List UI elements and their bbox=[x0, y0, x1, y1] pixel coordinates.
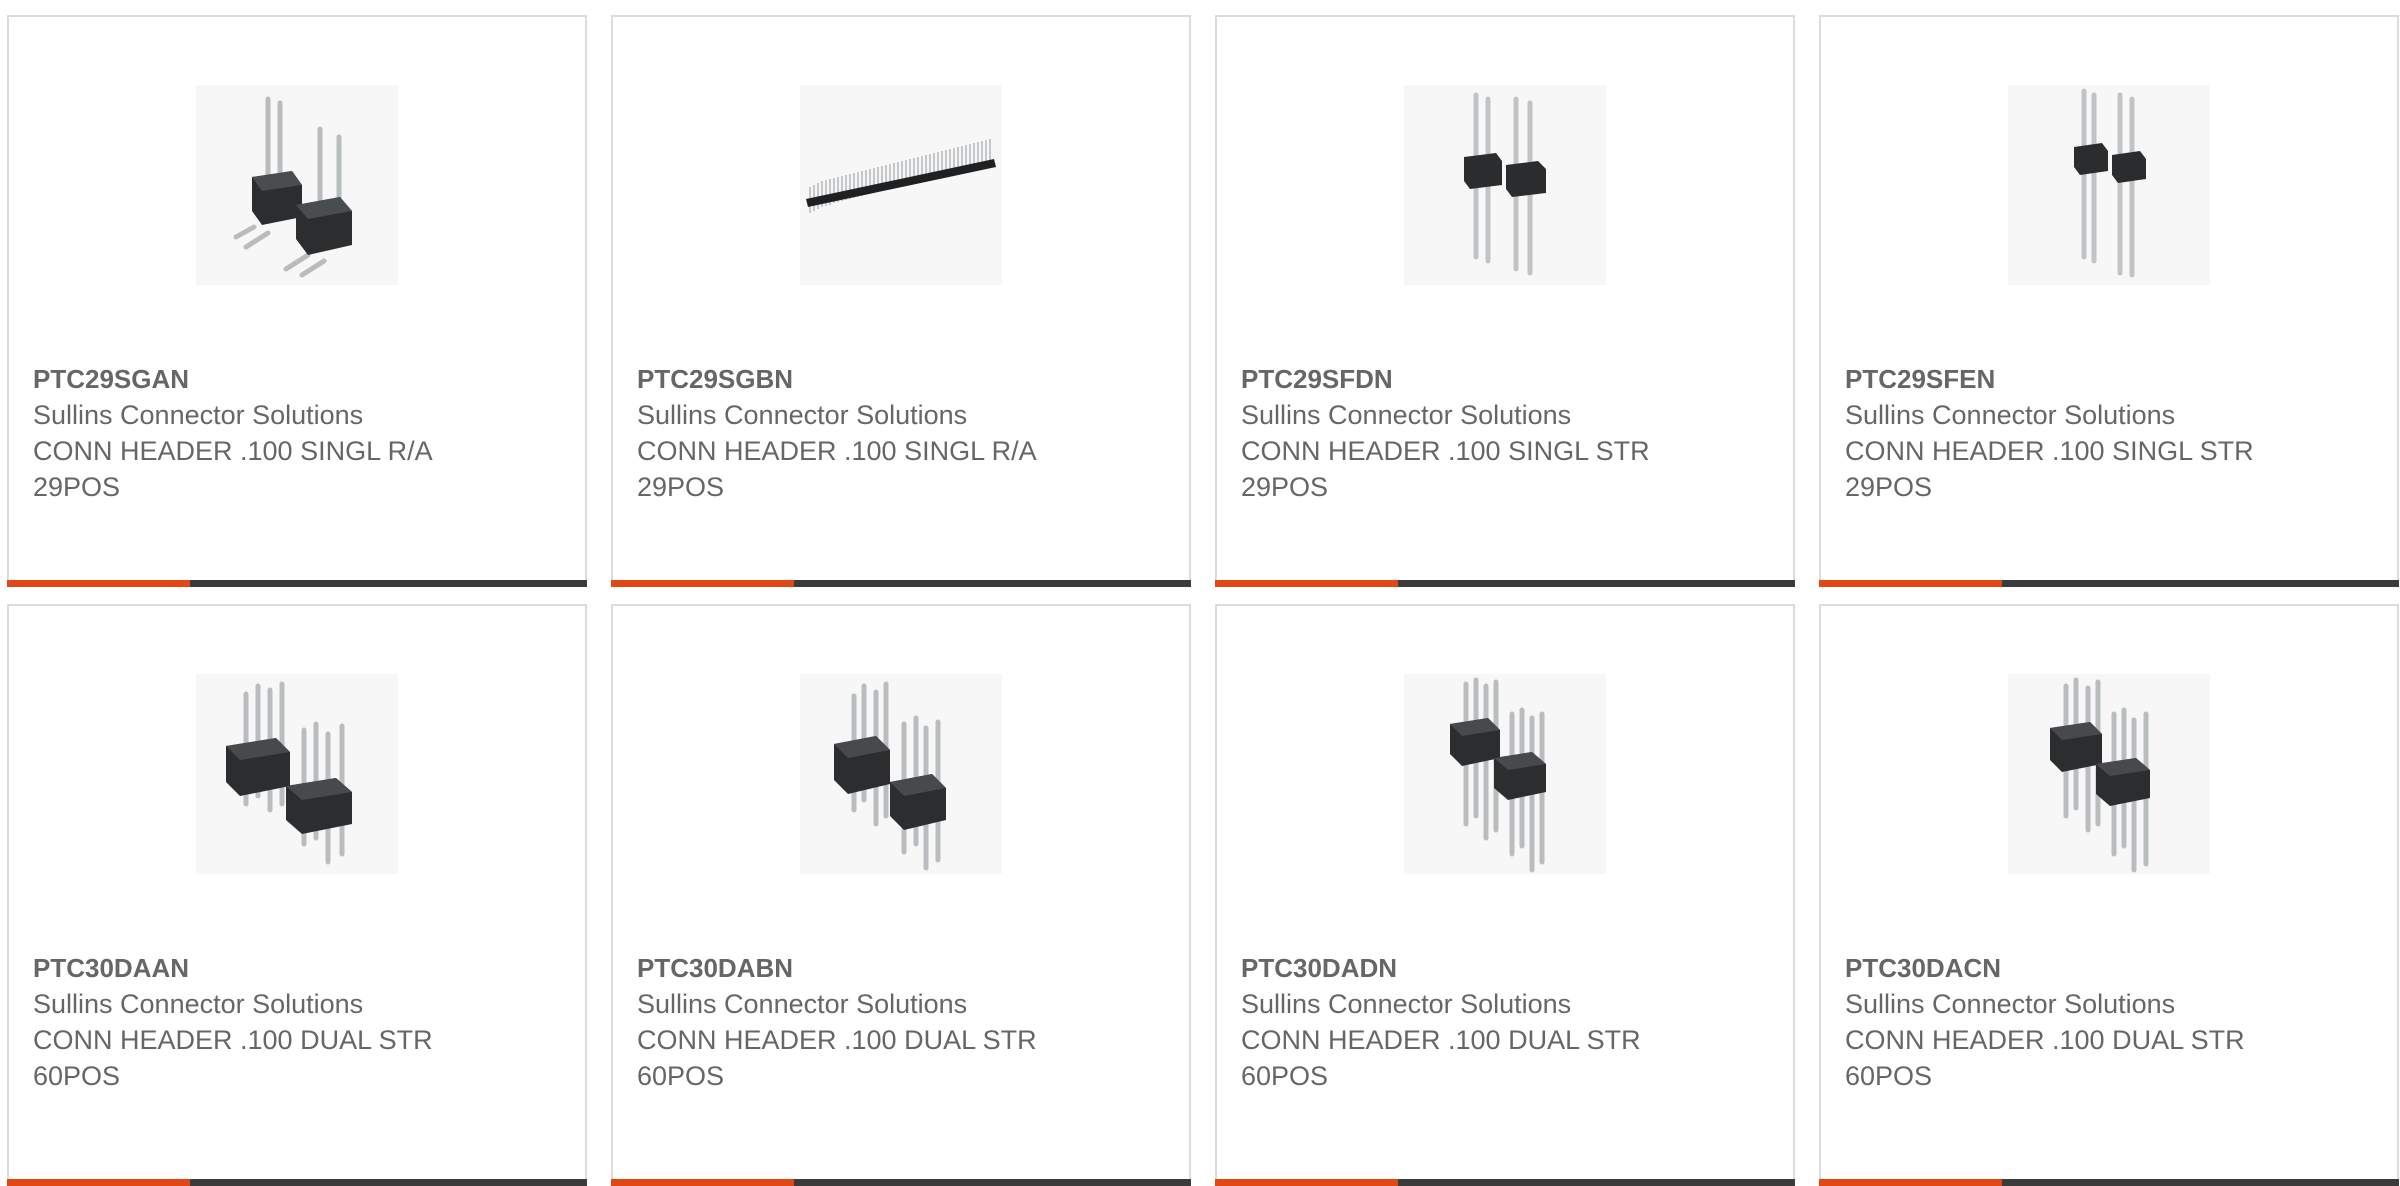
product-card[interactable]: PTC30DADN Sullins Connector Solutions CO… bbox=[1215, 604, 1795, 1186]
description: CONN HEADER .100 SINGL STR 29POS bbox=[1241, 436, 1650, 502]
dual-row-straight-header-icon[interactable] bbox=[196, 674, 398, 874]
product-grid: PTC29SGAN Sullins Connector Solutions CO… bbox=[0, 0, 2400, 1186]
product-card[interactable]: PTC29SGBN Sullins Connector Solutions CO… bbox=[611, 15, 1191, 587]
description: CONN HEADER .100 SINGL R/A 29POS bbox=[637, 436, 1036, 502]
product-card[interactable]: PTC29SFDN Sullins Connector Solutions CO… bbox=[1215, 15, 1795, 587]
part-number[interactable]: PTC29SGBN bbox=[637, 361, 1169, 397]
card-bottom-bar bbox=[1819, 1179, 2399, 1186]
product-info: PTC30DADN Sullins Connector Solutions CO… bbox=[1241, 950, 1773, 1094]
card-accent bbox=[1819, 580, 2002, 587]
part-number[interactable]: PTC30DACN bbox=[1845, 950, 2377, 986]
card-bottom-bar bbox=[7, 1179, 587, 1186]
description: CONN HEADER .100 DUAL STR 60POS bbox=[1241, 1025, 1641, 1091]
part-number[interactable]: PTC30DADN bbox=[1241, 950, 1773, 986]
product-card[interactable]: PTC30DABN Sullins Connector Solutions CO… bbox=[611, 604, 1191, 1186]
description: CONN HEADER .100 SINGL STR 29POS bbox=[1845, 436, 2254, 502]
product-info: PTC30DABN Sullins Connector Solutions CO… bbox=[637, 950, 1169, 1094]
manufacturer: Sullins Connector Solutions bbox=[637, 989, 968, 1019]
card-accent bbox=[611, 580, 794, 587]
card-bottom-bar bbox=[611, 580, 1191, 587]
product-card[interactable]: PTC29SFEN Sullins Connector Solutions CO… bbox=[1819, 15, 2399, 587]
single-row-straight-header-icon[interactable] bbox=[2008, 85, 2210, 285]
card-accent bbox=[611, 1179, 794, 1186]
description: CONN HEADER .100 DUAL STR 60POS bbox=[33, 1025, 433, 1091]
product-card[interactable]: PTC30DACN Sullins Connector Solutions CO… bbox=[1819, 604, 2399, 1186]
product-card[interactable]: PTC30DAAN Sullins Connector Solutions CO… bbox=[7, 604, 587, 1186]
card-bottom-bar bbox=[1819, 580, 2399, 587]
part-number[interactable]: PTC30DABN bbox=[637, 950, 1169, 986]
manufacturer: Sullins Connector Solutions bbox=[637, 400, 968, 430]
card-accent bbox=[7, 580, 190, 587]
manufacturer: Sullins Connector Solutions bbox=[33, 400, 364, 430]
part-number[interactable]: PTC29SGAN bbox=[33, 361, 565, 397]
part-number[interactable]: PTC29SFDN bbox=[1241, 361, 1773, 397]
single-row-right-angle-header-icon[interactable] bbox=[196, 85, 398, 285]
dual-row-straight-header-icon[interactable] bbox=[800, 674, 1002, 874]
manufacturer: Sullins Connector Solutions bbox=[1845, 400, 2176, 430]
card-accent bbox=[7, 1179, 190, 1186]
manufacturer: Sullins Connector Solutions bbox=[33, 989, 364, 1019]
manufacturer: Sullins Connector Solutions bbox=[1241, 400, 1572, 430]
description: CONN HEADER .100 DUAL STR 60POS bbox=[637, 1025, 1037, 1091]
description: CONN HEADER .100 DUAL STR 60POS bbox=[1845, 1025, 2245, 1091]
card-bottom-bar bbox=[1215, 580, 1795, 587]
product-info: PTC29SGAN Sullins Connector Solutions CO… bbox=[33, 361, 565, 505]
card-bottom-bar bbox=[1215, 1179, 1795, 1186]
card-bottom-bar bbox=[7, 580, 587, 587]
manufacturer: Sullins Connector Solutions bbox=[1241, 989, 1572, 1019]
dual-row-straight-header-icon[interactable] bbox=[1404, 674, 1606, 874]
description: CONN HEADER .100 SINGL R/A 29POS bbox=[33, 436, 432, 502]
part-number[interactable]: PTC29SFEN bbox=[1845, 361, 2377, 397]
dual-row-straight-header-icon[interactable] bbox=[2008, 674, 2210, 874]
product-card[interactable]: PTC29SGAN Sullins Connector Solutions CO… bbox=[7, 15, 587, 587]
long-single-row-header-icon[interactable] bbox=[800, 85, 1002, 285]
product-info: PTC30DACN Sullins Connector Solutions CO… bbox=[1845, 950, 2377, 1094]
card-bottom-bar bbox=[611, 1179, 1191, 1186]
product-info: PTC30DAAN Sullins Connector Solutions CO… bbox=[33, 950, 565, 1094]
product-info: PTC29SFDN Sullins Connector Solutions CO… bbox=[1241, 361, 1773, 505]
product-info: PTC29SFEN Sullins Connector Solutions CO… bbox=[1845, 361, 2377, 505]
product-info: PTC29SGBN Sullins Connector Solutions CO… bbox=[637, 361, 1169, 505]
card-accent bbox=[1215, 580, 1398, 587]
card-accent bbox=[1819, 1179, 2002, 1186]
single-row-straight-header-icon[interactable] bbox=[1404, 85, 1606, 285]
part-number[interactable]: PTC30DAAN bbox=[33, 950, 565, 986]
card-accent bbox=[1215, 1179, 1398, 1186]
manufacturer: Sullins Connector Solutions bbox=[1845, 989, 2176, 1019]
